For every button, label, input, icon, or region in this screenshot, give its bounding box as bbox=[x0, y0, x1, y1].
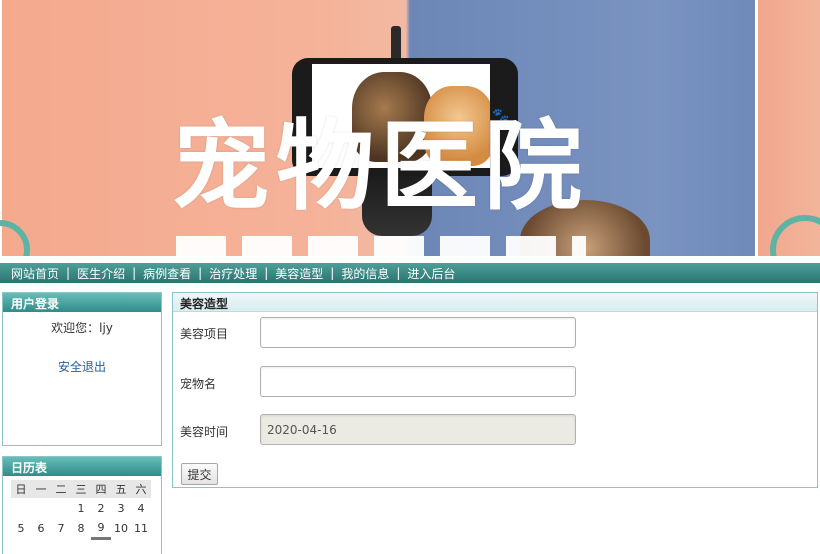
site-banner: 🐾 宠物医院 bbox=[0, 0, 820, 256]
nav-item-cases[interactable]: 病例查看 bbox=[136, 265, 198, 282]
logout-link[interactable]: 安全退出 bbox=[3, 358, 161, 375]
submit-button[interactable]: 提交 bbox=[181, 463, 218, 485]
calendar-day[interactable]: 7 bbox=[51, 518, 71, 538]
nav-item-doctors[interactable]: 医生介绍 bbox=[70, 265, 132, 282]
banner-ornament-right bbox=[770, 215, 820, 256]
selfie-stick-icon bbox=[391, 26, 401, 62]
calendar-day[interactable]: 1 bbox=[71, 498, 91, 518]
grooming-time-label: 美容时间 bbox=[180, 425, 229, 439]
project-input[interactable] bbox=[260, 317, 576, 348]
calendar-day[interactable]: 2 bbox=[91, 498, 111, 518]
nav-item-home[interactable]: 网站首页 bbox=[4, 265, 66, 282]
banner-divider-left bbox=[0, 0, 2, 256]
nav-item-my-info[interactable]: 我的信息 bbox=[334, 265, 396, 282]
calendar-day[interactable]: 6 bbox=[31, 518, 51, 538]
calendar-panel-title: 日历表 bbox=[3, 457, 161, 476]
welcome-text: 欢迎您：ljy bbox=[51, 321, 113, 335]
nav-item-grooming[interactable]: 美容造型 bbox=[268, 265, 330, 282]
calendar-panel: 日历表 日 一 二 三 四 五 六 1 2 3 4 5 6 7 8 9 10 1… bbox=[2, 456, 162, 554]
weekday-header: 二 bbox=[51, 480, 71, 498]
calendar-day bbox=[51, 498, 71, 518]
calendar-day[interactable]: 11 bbox=[131, 518, 151, 538]
login-panel-title: 用户登录 bbox=[3, 293, 161, 312]
weekday-header: 三 bbox=[71, 480, 91, 498]
banner-divider-right bbox=[755, 0, 758, 256]
calendar-day[interactable]: 8 bbox=[71, 518, 91, 538]
grooming-form-panel: 美容造型 美容项目 宠物名 美容时间 提交 bbox=[172, 292, 818, 488]
nav-item-admin[interactable]: 进入后台 bbox=[400, 265, 462, 282]
calendar-day bbox=[11, 498, 31, 518]
pet-name-label: 宠物名 bbox=[180, 377, 217, 391]
pet-name-input[interactable] bbox=[260, 366, 576, 397]
calendar-day bbox=[31, 498, 51, 518]
nav-item-treatment[interactable]: 治疗处理 bbox=[202, 265, 264, 282]
weekday-header: 日 bbox=[11, 480, 31, 498]
main-nav: 网站首页 | 医生介绍 | 病例查看 | 治疗处理 | 美容造型 | 我的信息 … bbox=[0, 263, 820, 283]
banner-subtitle-decoration bbox=[176, 236, 586, 256]
calendar-day[interactable]: 4 bbox=[131, 498, 151, 518]
calendar-grid: 日 一 二 三 四 五 六 1 2 3 4 5 6 7 8 9 10 11 bbox=[11, 480, 151, 540]
weekday-header: 五 bbox=[111, 480, 131, 498]
calendar-day[interactable]: 10 bbox=[111, 518, 131, 538]
grooming-time-input[interactable] bbox=[260, 414, 576, 445]
project-label: 美容项目 bbox=[180, 327, 229, 341]
calendar-day-today[interactable]: 9 bbox=[91, 518, 111, 540]
calendar-day[interactable]: 5 bbox=[11, 518, 31, 538]
banner-title: 宠物医院 bbox=[172, 110, 589, 224]
calendar-day[interactable]: 3 bbox=[111, 498, 131, 518]
weekday-header: 六 bbox=[131, 480, 151, 498]
login-panel: 用户登录 欢迎您：ljy 安全退出 bbox=[2, 292, 162, 446]
form-title: 美容造型 bbox=[173, 293, 817, 312]
weekday-header: 一 bbox=[31, 480, 51, 498]
weekday-header: 四 bbox=[91, 480, 111, 498]
banner-ornament-left bbox=[0, 220, 30, 256]
